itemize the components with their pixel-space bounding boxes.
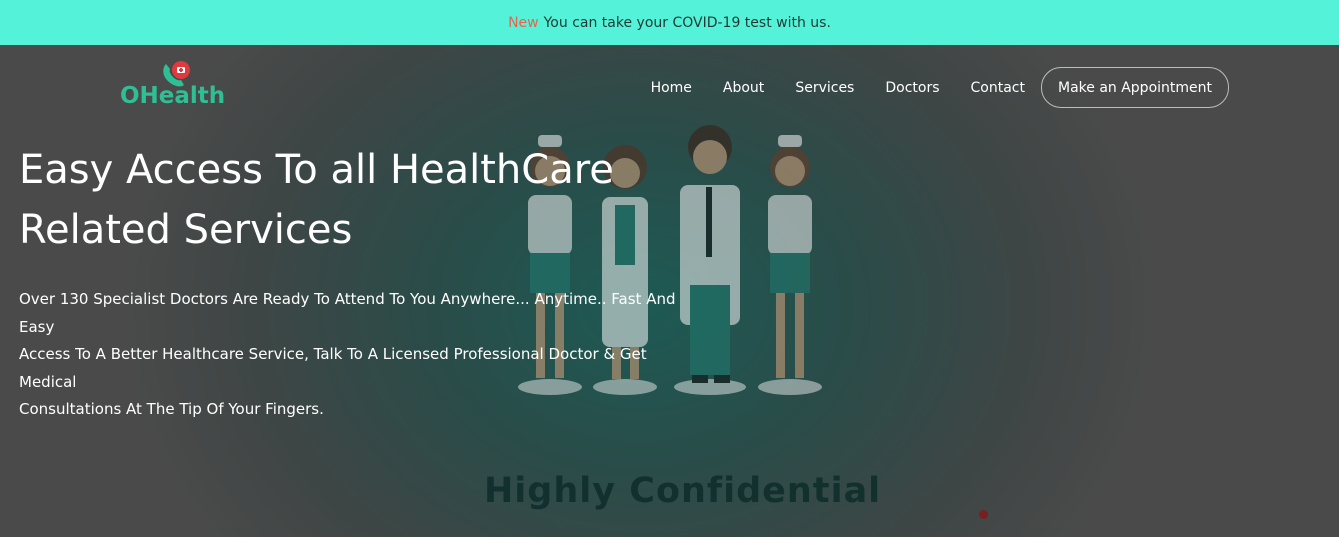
carousel-dot[interactable]: [979, 510, 988, 519]
hero-headline: Easy Access To all HealthCare Related Se…: [19, 140, 639, 260]
nav-about[interactable]: About: [723, 80, 764, 96]
description-line-3: Consultations At The Tip Of Your Fingers…: [19, 400, 324, 418]
nav-services[interactable]: Services: [795, 80, 854, 96]
announcement-text: You can take your COVID-19 test with us.: [543, 14, 831, 31]
new-badge: New: [508, 14, 539, 31]
announcement-bar: New You can take your COVID-19 test with…: [0, 0, 1339, 45]
nav-home[interactable]: Home: [651, 80, 692, 96]
logo-text: OHealth: [120, 83, 226, 109]
description-line-1: Over 130 Specialist Doctors Are Ready To…: [19, 290, 676, 336]
main-nav: Home About Services Doctors Contact Make…: [651, 67, 1229, 108]
make-appointment-button[interactable]: Make an Appointment: [1040, 67, 1229, 108]
nav-contact[interactable]: Contact: [971, 80, 1025, 96]
headline-line-1: Easy Access To all HealthCare: [19, 147, 614, 193]
logo[interactable]: OHealth: [120, 60, 240, 115]
description-line-2: Access To A Better Healthcare Service, T…: [19, 345, 647, 391]
watermark-text: Highly Confidential: [484, 471, 882, 511]
headline-line-2: Related Services: [19, 207, 353, 253]
nav-doctors[interactable]: Doctors: [885, 80, 939, 96]
hero-description: Over 130 Specialist Doctors Are Ready To…: [19, 286, 679, 424]
